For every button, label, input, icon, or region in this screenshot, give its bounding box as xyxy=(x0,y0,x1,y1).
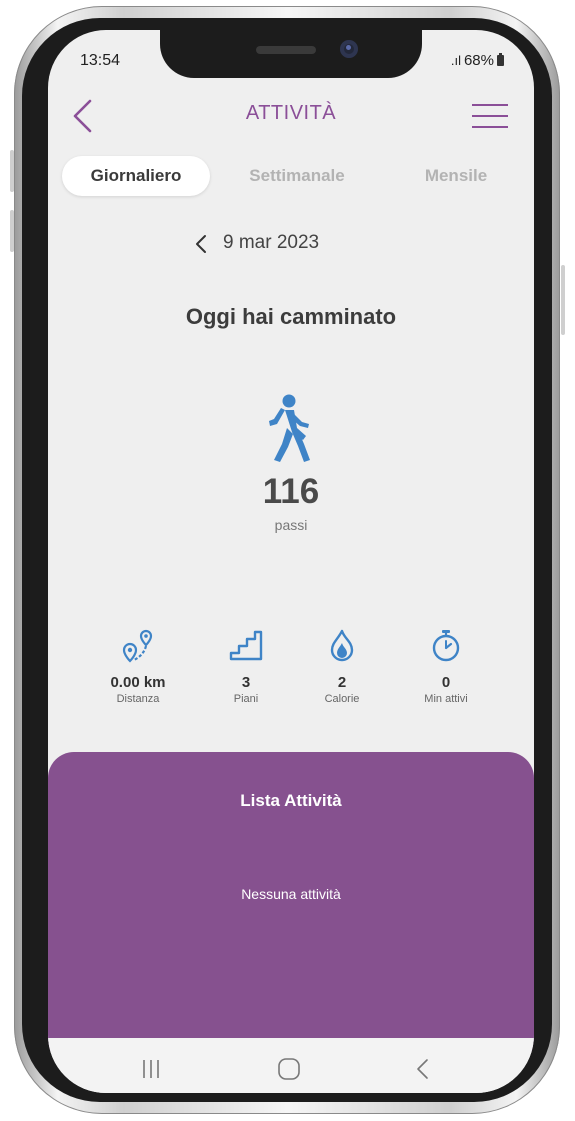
period-tabs: Giornaliero Settimanale Mensile xyxy=(62,156,520,196)
tab-daily[interactable]: Giornaliero xyxy=(62,156,210,196)
stopwatch-icon xyxy=(432,630,460,662)
stat-value: 3 xyxy=(241,674,251,691)
stat-value: 0.00 km xyxy=(110,674,166,691)
battery-icon xyxy=(497,53,504,66)
phone-side-button xyxy=(10,150,14,192)
recent-apps-button[interactable] xyxy=(136,1056,166,1082)
stat-floors: 3 Piani xyxy=(196,628,296,705)
home-icon xyxy=(278,1058,300,1080)
date-navigator: 9 mar 2023 xyxy=(48,230,534,260)
steps-headline: Oggi hai camminato xyxy=(185,304,397,329)
recent-apps-icon xyxy=(143,1060,159,1078)
stat-value: 2 xyxy=(337,674,347,691)
stairs-icon xyxy=(229,630,263,661)
stat-active-minutes: 0 Min attivi xyxy=(396,628,496,705)
signal-icon: .ıl xyxy=(450,53,461,68)
phone-screen: 13:54 .ıl 68% ATTIVITÀ Giornaliero Setti… xyxy=(48,30,534,1093)
stat-label: Piani xyxy=(233,693,259,705)
phone-side-button xyxy=(10,210,14,252)
tab-monthly[interactable]: Mensile xyxy=(392,156,520,196)
menu-button[interactable] xyxy=(472,100,510,132)
status-icons: .ıl 68% xyxy=(451,52,504,69)
stat-calories: 2 Calorie xyxy=(292,628,392,705)
hamburger-line xyxy=(472,126,508,128)
distance-icon xyxy=(122,629,153,663)
tab-weekly[interactable]: Settimanale xyxy=(222,156,372,196)
back-icon xyxy=(417,1059,428,1079)
activity-list-empty: Nessuna attività xyxy=(241,886,341,902)
hamburger-line xyxy=(472,104,508,106)
activity-list-title: Lista Attività xyxy=(240,791,342,810)
stat-label: Min attivi xyxy=(424,693,468,705)
page-title: ATTIVITÀ xyxy=(245,102,337,124)
status-time: 13:54 xyxy=(80,52,121,69)
stat-distance: 0.00 km Distanza xyxy=(88,628,188,705)
steps-count: 116 xyxy=(262,472,320,511)
speaker-grille xyxy=(256,46,316,54)
camera-notch xyxy=(160,30,422,78)
chevron-left-icon xyxy=(196,235,206,253)
hamburger-line xyxy=(472,115,508,117)
walking-person-icon xyxy=(269,394,310,462)
current-date: 9 mar 2023 xyxy=(223,232,320,253)
system-navigation-bar xyxy=(48,1038,534,1093)
battery-level: 68% xyxy=(463,52,494,69)
stat-label: Distanza xyxy=(116,693,160,705)
previous-day-button[interactable] xyxy=(190,230,212,258)
steps-unit: passi xyxy=(274,517,308,533)
camera-lens xyxy=(340,40,358,58)
system-back-button[interactable] xyxy=(408,1056,438,1082)
home-button[interactable] xyxy=(274,1056,304,1082)
activity-list-panel: Lista Attività Nessuna attività xyxy=(48,752,534,1052)
stat-value: 0 xyxy=(441,674,451,691)
phone-side-button xyxy=(561,265,565,335)
flame-icon xyxy=(330,629,354,662)
stat-label: Calorie xyxy=(324,693,360,705)
